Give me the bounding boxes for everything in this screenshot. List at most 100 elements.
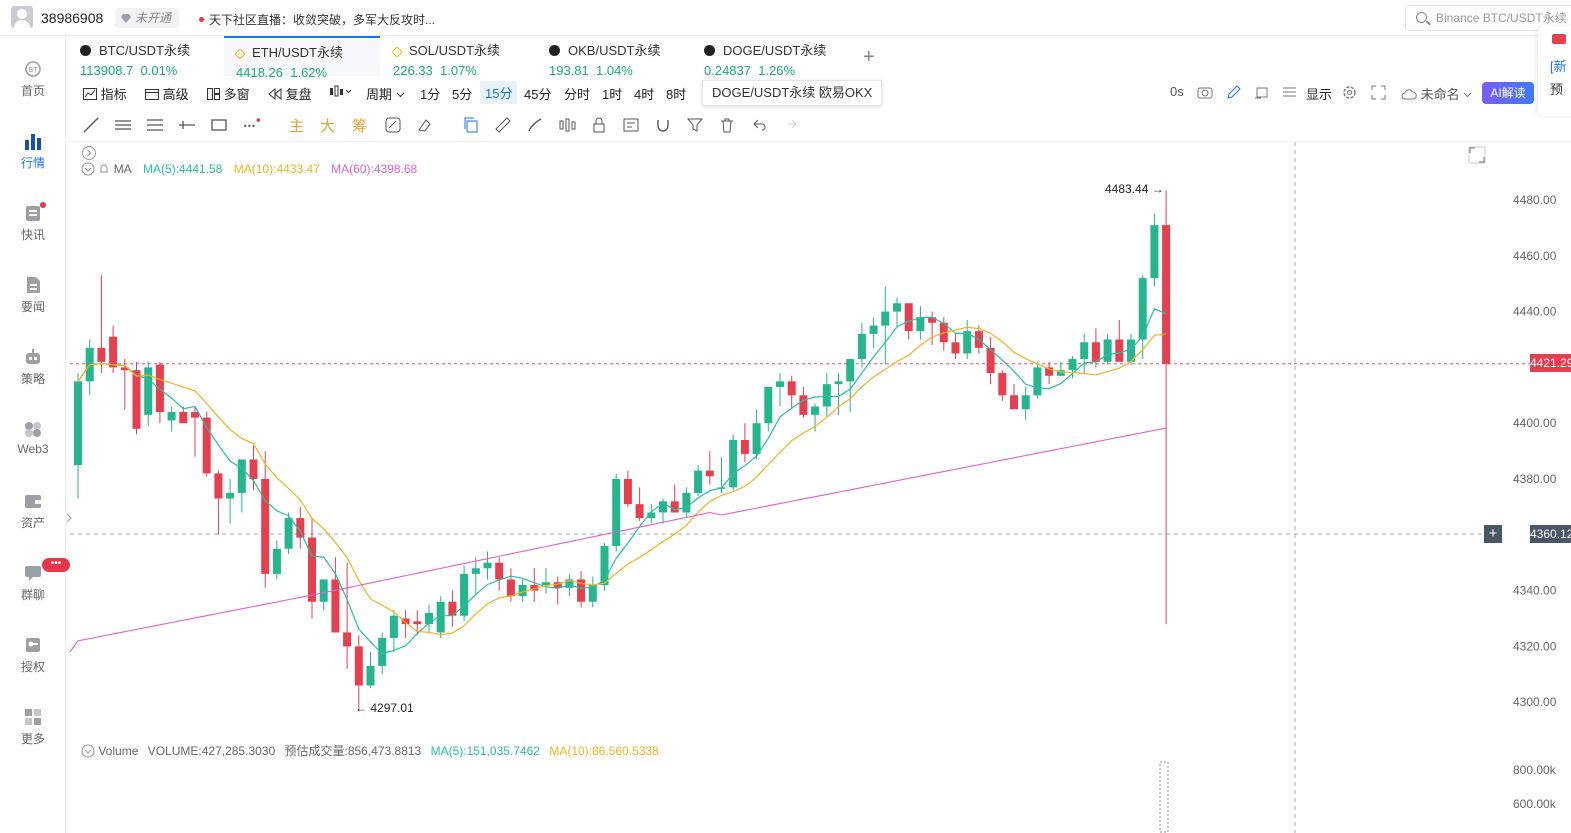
layers-icon[interactable] — [1282, 85, 1297, 99]
price-axis-label: 4480.00 — [1513, 193, 1557, 207]
rewind-icon — [268, 87, 282, 101]
sidebar-item-home[interactable]: BT 首页 — [0, 60, 66, 120]
candle-body — [951, 342, 960, 354]
add-alert-button[interactable]: + — [1484, 525, 1502, 543]
candle-body — [226, 492, 235, 499]
candle-body — [694, 470, 703, 493]
candle-body — [155, 364, 164, 413]
magnet-icon[interactable] — [654, 116, 672, 134]
drawing-toolbar: 主 大 筹 — [66, 109, 1571, 142]
tab-okb[interactable]: OKB/USDT永续 193.81 1.04% — [537, 36, 692, 78]
tab-doge[interactable]: DOGE/USDT永续 0.24837 1.26% — [692, 36, 852, 78]
pen-icon[interactable] — [1226, 85, 1241, 100]
candle-body — [471, 568, 480, 574]
rectangle-icon[interactable] — [210, 116, 228, 134]
parallel-lines-icon[interactable] — [114, 116, 132, 134]
chip-distribution-toggle[interactable]: 筹 — [352, 115, 367, 136]
candle-body — [132, 370, 141, 429]
low-price-label: ← 4297.01 — [355, 701, 414, 715]
bell-icon[interactable] — [98, 163, 110, 175]
candle-type-icon — [330, 85, 352, 97]
interval-8h[interactable]: 8时 — [666, 84, 686, 103]
indicators-button[interactable]: 指标 — [83, 84, 127, 103]
layout-name-dropdown[interactable]: 未命名 — [1401, 84, 1472, 103]
display-button[interactable]: 显示 — [1306, 84, 1332, 103]
lock-icon[interactable] — [590, 116, 608, 134]
redo-icon[interactable] — [782, 116, 800, 134]
interval-15m[interactable]: 15分 — [480, 81, 518, 104]
replay-button[interactable]: 复盘 — [268, 84, 312, 103]
note-icon[interactable] — [622, 116, 640, 134]
home-icon: BT — [25, 61, 41, 77]
interval-45m[interactable]: 45分 — [524, 84, 551, 103]
ma-indicator-label: MA — [113, 162, 132, 176]
candle-body — [214, 473, 223, 499]
tab-eth[interactable]: ETH/USDT永续 4418.26 1.62% — [224, 36, 380, 80]
filter-icon[interactable] — [686, 116, 704, 134]
price-axis-label: 4320.00 — [1513, 639, 1557, 653]
price-axis-label: 4380.00 — [1513, 472, 1557, 486]
candle-body — [764, 386, 773, 424]
chevron-down-icon — [1463, 92, 1472, 98]
big-order-toggle[interactable]: 大 — [320, 115, 335, 136]
ai-interpret-button[interactable]: AI解读 — [1482, 82, 1534, 104]
horizontal-ray-icon[interactable] — [178, 116, 196, 134]
cycle-icon[interactable] — [384, 116, 402, 134]
candle-body — [284, 518, 293, 549]
candlestick-chart[interactable]: 4480.00 4460.00 4440.00 4400.00 4380.00 4340.… — [0, 142, 1571, 833]
candle-body — [1115, 339, 1124, 362]
candle-body — [202, 417, 211, 474]
candle-body — [904, 303, 913, 332]
period-dropdown[interactable]: 周期 — [366, 84, 405, 103]
avatar[interactable] — [11, 6, 33, 28]
multi-window-button[interactable]: 多窗 — [207, 84, 250, 103]
brush-icon[interactable] — [526, 116, 544, 134]
candle-body — [1162, 225, 1171, 364]
interval-timeline[interactable]: 分时 — [564, 84, 590, 103]
interval-1h[interactable]: 1时 — [602, 84, 622, 103]
diamond-icon — [121, 14, 131, 23]
chevron-down-circle-icon[interactable] — [81, 162, 95, 176]
vip-status-badge[interactable]: 未开通 — [115, 8, 180, 28]
trash-icon[interactable] — [718, 116, 736, 134]
gift-icon — [1552, 34, 1566, 44]
main-indicator-toggle[interactable]: 主 — [289, 115, 304, 136]
add-tab-button[interactable]: + — [863, 46, 875, 69]
countdown-label: 0s — [1170, 84, 1184, 99]
gear-icon[interactable] — [1342, 85, 1357, 100]
chevron-down-circle-icon[interactable] — [81, 744, 95, 758]
candle-body — [811, 406, 820, 415]
collapse-toggle-icon[interactable] — [81, 145, 97, 161]
news-ticker[interactable]: 天下社区直播：收敛突破，多军大反攻时... — [199, 11, 435, 28]
candle-body — [682, 492, 691, 513]
template-icon[interactable] — [1254, 85, 1269, 100]
user-id: 38986908 — [41, 10, 104, 26]
undo-icon[interactable] — [750, 116, 768, 134]
advanced-button[interactable]: 高级 — [145, 84, 189, 103]
interval-5m[interactable]: 5分 — [452, 84, 472, 103]
tab-btc[interactable]: BTC/USDT永续 113908.7 0.01% — [68, 36, 223, 78]
interval-4h[interactable]: 4时 — [634, 84, 654, 103]
interval-1m[interactable]: 1分 — [420, 84, 440, 103]
candle-body — [893, 303, 901, 312]
candle-body — [834, 381, 843, 385]
chart-type-dropdown[interactable] — [329, 84, 352, 99]
candle-body — [787, 381, 796, 396]
channel-icon[interactable] — [146, 116, 164, 134]
candle-compare-icon[interactable] — [558, 116, 576, 134]
fullscreen-icon[interactable] — [1371, 85, 1386, 100]
candle-body — [308, 537, 316, 602]
copy-icon[interactable] — [462, 116, 480, 134]
expand-pane-icon[interactable] — [1468, 146, 1486, 164]
candle-body — [1103, 339, 1112, 362]
more-tools-icon[interactable] — [242, 116, 260, 134]
candle-body — [319, 579, 328, 602]
ruler-icon[interactable] — [494, 116, 512, 134]
candle-body — [729, 439, 738, 488]
trend-line-icon[interactable] — [82, 116, 100, 134]
eraser-icon[interactable] — [416, 116, 434, 134]
tab-sol[interactable]: SOL/USDT永续 226.33 1.07% — [381, 36, 536, 78]
candle-body — [331, 579, 340, 633]
camera-icon[interactable] — [1197, 85, 1213, 99]
binance-logo-icon — [391, 46, 403, 58]
